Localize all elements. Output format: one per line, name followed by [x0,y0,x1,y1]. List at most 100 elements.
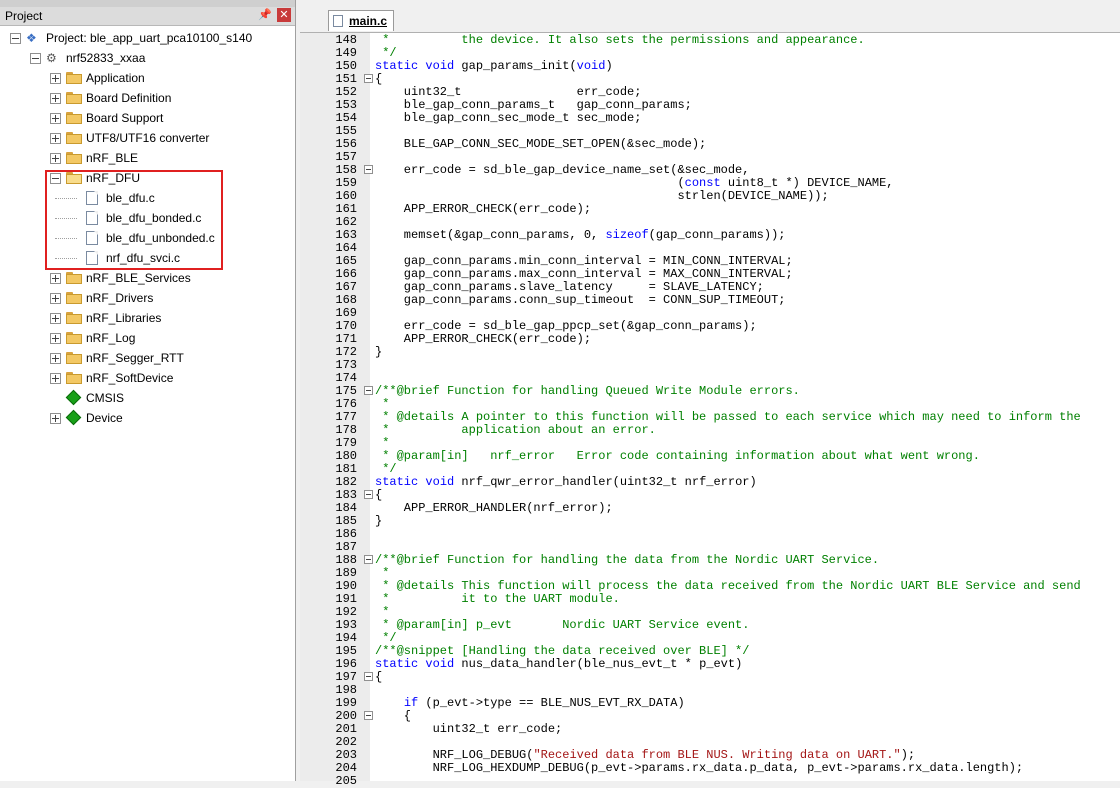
code-text: static void gap_params_init(void) [375,59,613,73]
expand-icon[interactable] [50,313,61,324]
tab-main-c[interactable]: main.c [328,10,394,31]
code-text: gap_conn_params.conn_sup_timeout = CONN_… [375,293,786,307]
fold-collapse-icon[interactable] [364,386,373,395]
collapse-icon[interactable] [30,53,41,64]
folder-icon [66,312,82,324]
code-text: if (p_evt->type == BLE_NUS_EVT_RX_DATA) [403,696,685,710]
code-line: 172} [300,346,1120,359]
pin-icon[interactable]: 📌 [258,8,272,21]
code-text: /**@brief Function for handling the data… [375,553,880,567]
code-text: * the device. It also sets the permissio… [375,33,865,47]
project-icon: ❖ [26,31,37,45]
fold-collapse-icon[interactable] [364,672,373,681]
code-line: 175/**@brief Function for handling Queue… [300,385,1120,398]
folder-icon [66,272,82,284]
component-icon [65,409,82,426]
tree-item-label: Device [86,411,123,425]
expand-icon[interactable] [50,113,61,124]
tree-item-label: nRF_Segger_RTT [86,351,184,365]
code-line: 163 memset(&gap_conn_params, 0, sizeof(g… [300,229,1120,242]
nrf-dfu-highlight-box [45,170,223,270]
expand-icon[interactable] [50,373,61,384]
code-text: * @param[in] p_evt Nordic UART Service e… [375,618,750,632]
collapse-icon[interactable] [10,33,21,44]
code-line: 196 static void nus_data_handler(ble_nus_… [300,658,1120,671]
code-text: static void nrf_qwr_error_handler(uint32… [375,475,757,489]
code-text: APP_ERROR_CHECK(err_code); [375,332,592,346]
expand-icon[interactable] [50,93,61,104]
code-line: 188/**@brief Function for handling the d… [300,554,1120,567]
code-line: 150 static void gap_params_init(void) [300,60,1120,73]
folder-icon [66,72,82,84]
folder-icon [66,152,82,164]
tree-item[interactable]: CMSIS [0,388,290,408]
tree-item[interactable]: nRF_BLE_Services [0,268,290,288]
code-text: BLE_GAP_CONN_SEC_MODE_SET_OPEN(&sec_mode… [375,137,707,151]
close-icon[interactable]: ✕ [277,8,291,22]
component-icon [65,389,82,406]
expand-icon[interactable] [50,353,61,364]
fold-collapse-icon[interactable] [364,555,373,564]
fold-collapse-icon[interactable] [364,74,373,83]
tree-item[interactable]: ⚙ nrf52833_xxaa [0,48,290,68]
tree-item[interactable]: nRF_BLE [0,148,290,168]
code-line: 186 [300,528,1120,541]
tree-item[interactable]: nRF_Drivers [0,288,290,308]
code-line: 182 static void nrf_qwr_error_handler(uin… [300,476,1120,489]
expand-icon[interactable] [50,293,61,304]
folder-icon [66,352,82,364]
tree-item[interactable]: Board Support [0,108,290,128]
tree-item-label: nRF_BLE_Services [86,271,191,285]
fold-collapse-icon[interactable] [364,165,373,174]
expand-icon[interactable] [50,73,61,84]
expand-icon[interactable] [50,273,61,284]
tree-item-label: nRF_SoftDevice [86,371,174,385]
expand-icon[interactable] [50,153,61,164]
tree-item[interactable]: Device [0,408,290,428]
tree-item[interactable]: nRF_Log [0,328,290,348]
code-text: static void nus_data_handler(ble_nus_evt… [375,657,743,671]
fold-collapse-icon[interactable] [364,711,373,720]
code-text: } [375,514,383,528]
folder-icon [66,92,82,104]
expand-icon[interactable] [50,333,61,344]
folder-icon [66,132,82,144]
tree-item[interactable]: nRF_Segger_RTT [0,348,290,368]
tree-item[interactable]: UTF8/UTF16 converter [0,128,290,148]
code-editor: main.c 148 * the device. It also sets th… [300,0,1120,788]
folder-icon [66,372,82,384]
expand-icon[interactable] [50,413,61,424]
folder-icon [66,332,82,344]
code-text: ble_gap_conn_sec_mode_t sec_mode; [375,111,642,125]
project-panel-title: Project [5,9,43,23]
tree-item-label: Board Definition [86,91,172,105]
tree-item[interactable]: nRF_SoftDevice [0,368,290,388]
tree-item[interactable]: nRF_Libraries [0,308,290,328]
target-icon: ⚙ [46,51,57,65]
folder-icon [66,112,82,124]
folder-icon [66,292,82,304]
panel-top-strip [0,0,295,7]
tree-item-label: Board Support [86,111,164,125]
code-line: 204 NRF_LOG_HEXDUMP_DEBUG(p_evt->params.… [300,762,1120,775]
expand-icon[interactable] [50,133,61,144]
code-line: 168 gap_conn_params.conn_sup_timeout = C… [300,294,1120,307]
code-text: * it to the UART module. [375,592,620,606]
tree-item[interactable]: ❖ Project: ble_app_uart_pca10100_s140 [0,28,290,48]
code-text: } [375,345,383,359]
editor-tab-bar: main.c [300,0,1120,33]
tree-item[interactable]: Board Definition [0,88,290,108]
tab-label: main.c [349,14,388,28]
code-line: 180 * @param[in] nrf_error Error code co… [300,450,1120,463]
code-line: 171 APP_ERROR_CHECK(err_code); [300,333,1120,346]
code-line: 191 * it to the UART module. [300,593,1120,606]
tree-item-label: Project: ble_app_uart_pca10100_s140 [46,31,253,45]
tree-item-label: nRF_Log [86,331,136,345]
code-text: APP_ERROR_HANDLER(nrf_error); [375,501,613,515]
tree-item-label: nRF_Libraries [86,311,162,325]
code-line: 148 * the device. It also sets the permi… [300,34,1120,47]
fold-collapse-icon[interactable] [364,490,373,499]
code-line: 173 [300,359,1120,372]
tree-item[interactable]: Application [0,68,290,88]
code-text: { [375,670,383,684]
